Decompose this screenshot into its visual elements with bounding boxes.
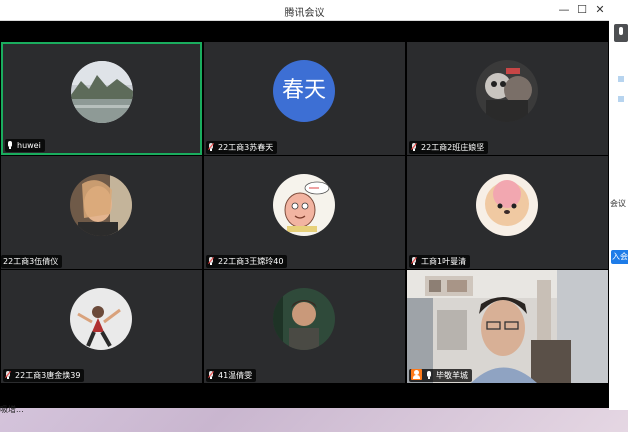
participant-nameplate: 22工商3伍倩仪 xyxy=(1,255,63,268)
bottom-toolbar xyxy=(0,384,609,408)
avatar xyxy=(476,60,538,122)
participant-tile[interactable]: 22工商3伍倩仪 xyxy=(1,156,202,269)
participant-nameplate: 22工商3唐金焕39 xyxy=(3,369,85,382)
mic-muted-icon xyxy=(5,371,11,379)
participant-tile[interactable]: 春天 22工商3苏春天 xyxy=(204,42,405,155)
background-mic-icon[interactable] xyxy=(614,24,628,42)
participant-tile[interactable]: 22工商2班庄娘坚 xyxy=(407,42,608,155)
host-badge-icon xyxy=(411,369,422,380)
participant-tile[interactable]: 22工商3唐金焕39 xyxy=(1,270,202,383)
participant-tile[interactable]: 41温倩雯 xyxy=(204,270,405,383)
mic-muted-icon xyxy=(208,257,214,265)
avatar xyxy=(70,288,132,350)
mic-muted-icon xyxy=(411,143,417,151)
participant-name: 22工商3王嫦玲40 xyxy=(218,257,284,266)
background-dot xyxy=(618,96,624,102)
participant-video xyxy=(407,270,608,383)
participant-name: 41温倩雯 xyxy=(218,371,253,380)
participant-name: 22工商3伍倩仪 xyxy=(3,257,59,266)
title-bar: 腾讯会议 — ☐ ✕ xyxy=(0,0,609,21)
mic-icon xyxy=(7,141,13,149)
participant-name: huwei xyxy=(17,141,41,150)
avatar xyxy=(476,174,538,236)
participant-nameplate: 工商1叶曼清 xyxy=(409,255,471,268)
minimize-button[interactable]: — xyxy=(556,3,572,17)
participant-nameplate: 22工商3王嫦玲40 xyxy=(206,255,288,268)
participant-tile[interactable]: 22工商3王嫦玲40 xyxy=(204,156,405,269)
participant-nameplate: 毕敬羊城 xyxy=(409,369,472,382)
mic-muted-icon xyxy=(411,257,417,265)
window-title: 腾讯会议 xyxy=(284,8,325,19)
mic-muted-icon xyxy=(208,371,214,379)
participant-tile[interactable]: 工商1叶曼清 xyxy=(407,156,608,269)
participant-nameplate: 41温倩雯 xyxy=(206,369,257,382)
participant-name: 22工商3苏春天 xyxy=(218,143,274,152)
participant-tile[interactable]: huwei xyxy=(1,42,202,155)
avatar: 春天 xyxy=(273,60,335,122)
participant-nameplate: 22工商2班庄娘坚 xyxy=(409,141,489,154)
participant-name: 22工商3唐金焕39 xyxy=(15,371,81,380)
background-side-text: 会议 xyxy=(610,199,626,208)
participant-name: 工商1叶曼清 xyxy=(421,257,467,266)
participant-video-tile[interactable]: 毕敬羊城 xyxy=(407,270,608,383)
participant-name: 22工商2班庄娘坚 xyxy=(421,143,485,152)
close-button[interactable]: ✕ xyxy=(592,3,608,17)
background-join-button[interactable]: 入会 xyxy=(611,250,628,264)
participant-nameplate: 22工商3苏春天 xyxy=(206,141,278,154)
background-taskbar-text: 吸增... xyxy=(0,405,24,414)
avatar xyxy=(273,174,335,236)
maximize-button[interactable]: ☐ xyxy=(574,3,590,17)
avatar xyxy=(70,174,132,236)
participant-nameplate: huwei xyxy=(5,139,45,152)
avatar xyxy=(71,61,133,123)
video-grid: huwei 春天 22工商3苏春天 22工商2班庄娘坚 22工商3伍倩仪 22工… xyxy=(0,41,609,384)
mic-icon xyxy=(426,371,432,379)
meeting-window: 腾讯会议 — ☐ ✕ huwei 春天 22工商3苏春天 22工商2班庄娘坚 2… xyxy=(0,0,609,408)
mic-muted-icon xyxy=(208,143,214,151)
background-app-panel: 会议 入会 xyxy=(609,0,628,410)
avatar xyxy=(273,288,335,350)
background-dot xyxy=(618,76,624,82)
participant-name: 毕敬羊城 xyxy=(436,371,468,380)
